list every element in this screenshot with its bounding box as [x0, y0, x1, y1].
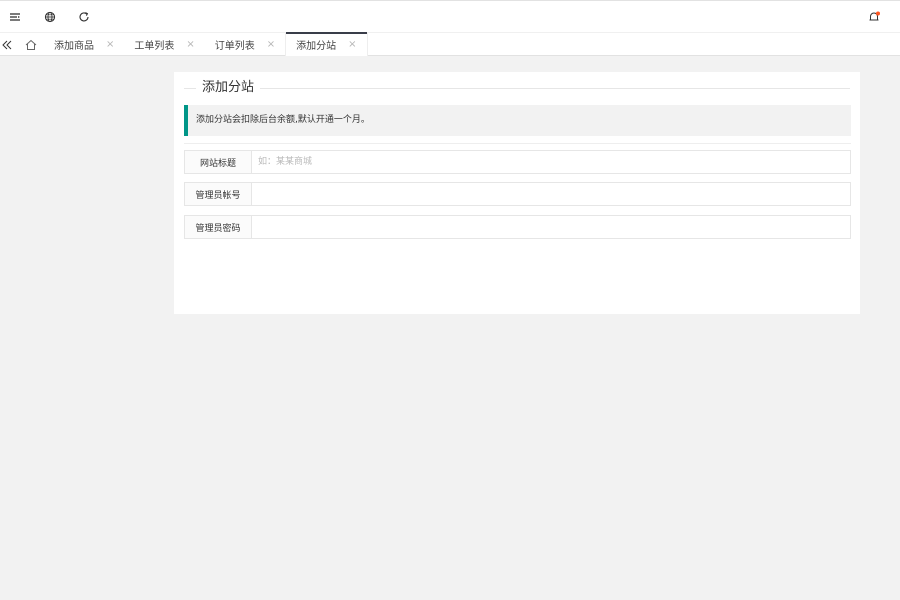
notification-button[interactable]: [866, 9, 882, 25]
close-icon[interactable]: ×: [106, 39, 114, 50]
tab-bar: 添加商品 × 工单列表 × 订单列表 × 添加分站 ×: [0, 32, 900, 56]
tab-order-list[interactable]: 订单列表 ×: [205, 33, 285, 56]
refresh-button[interactable]: [76, 9, 92, 25]
tab-label: 订单列表: [214, 41, 255, 52]
admin-password-input[interactable]: [252, 216, 850, 238]
tab-label: 添加分站: [296, 41, 337, 52]
double-chevron-left-icon: [2, 40, 12, 49]
home-icon: [25, 39, 37, 50]
admin-account-row: 管理员帐号: [184, 182, 851, 206]
tab-home[interactable]: [18, 33, 44, 56]
notice-quote: 添加分站会扣除后台余额,默认开通一个月。: [184, 105, 851, 136]
close-icon[interactable]: ×: [348, 39, 356, 50]
admin-account-input[interactable]: [252, 183, 850, 205]
divider: [184, 143, 851, 144]
globe-icon: [44, 11, 56, 23]
tab-add-substation[interactable]: 添加分站 ×: [285, 32, 368, 56]
tab-label: 添加商品: [54, 41, 94, 52]
top-header: [0, 0, 900, 32]
bell-icon: [869, 11, 880, 21]
menu-icon: [10, 13, 20, 21]
tab-add-product[interactable]: 添加商品 ×: [44, 33, 124, 56]
tab-ticket-list[interactable]: 工单列表 ×: [124, 33, 204, 56]
tab-scroll-left-button[interactable]: [0, 33, 14, 56]
admin-password-label: 管理员密码: [185, 216, 252, 238]
site-title-label: 网站标题: [185, 151, 252, 173]
site-title-row: 网站标题: [184, 150, 851, 174]
website-button[interactable]: [42, 9, 58, 25]
close-icon[interactable]: ×: [267, 39, 275, 50]
site-title-input[interactable]: [252, 151, 850, 173]
refresh-icon: [79, 12, 89, 22]
close-icon[interactable]: ×: [186, 39, 194, 50]
menu-toggle-button[interactable]: [7, 9, 23, 25]
form-card: 添加分站 添加分站会扣除后台余额,默认开通一个月。 网站标题 管理员帐号 管理员…: [174, 72, 860, 314]
tab-label: 工单列表: [134, 41, 175, 52]
admin-password-row: 管理员密码: [184, 215, 851, 239]
legend-line: [184, 88, 850, 89]
tab-list: 添加商品 × 工单列表 × 订单列表 × 添加分站 ×: [44, 32, 368, 56]
page-title: 添加分站: [196, 78, 261, 98]
admin-account-label: 管理员帐号: [185, 183, 252, 205]
fieldset-legend: 添加分站: [184, 78, 850, 98]
notification-dot: [876, 11, 880, 16]
